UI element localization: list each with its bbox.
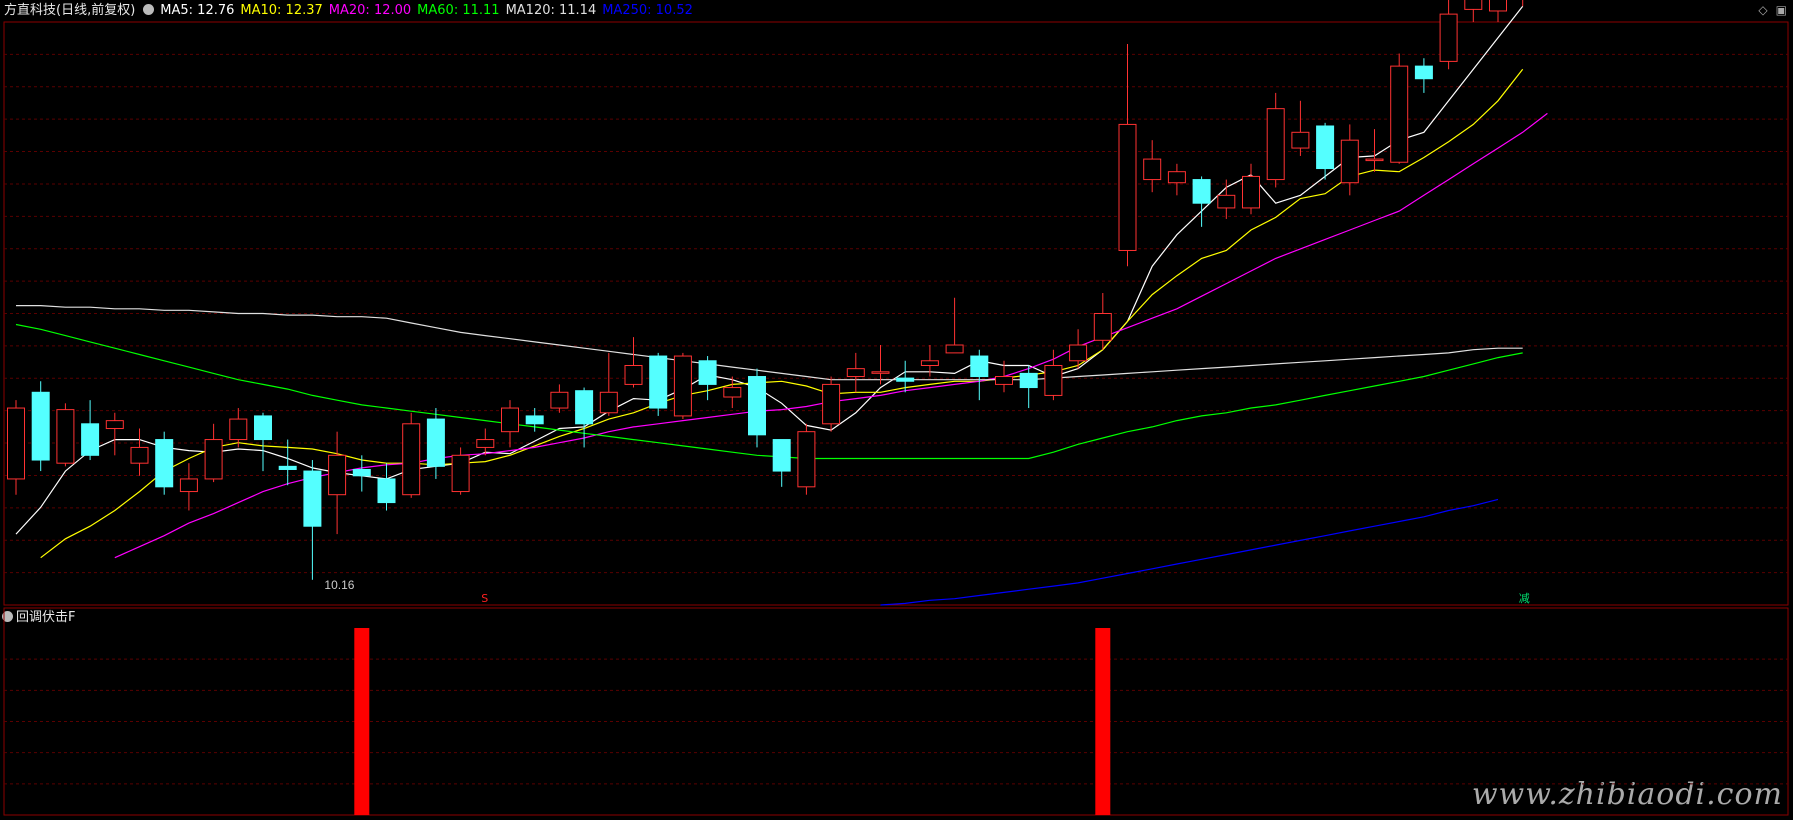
ma-line-ma5: [15, 5, 1524, 535]
candle-body: [698, 360, 717, 385]
candle-body: [254, 415, 272, 441]
candle-body: [871, 371, 890, 374]
signal-marker: S: [481, 592, 488, 605]
candle-body: [1143, 158, 1162, 181]
candle-body: [550, 391, 569, 409]
candle-body: [352, 468, 371, 477]
chart-canvas: 13.5610.16S减: [3, 0, 1789, 816]
candle-body: [402, 423, 421, 496]
candle-body: [945, 344, 964, 354]
candle-body: [377, 478, 396, 504]
candle-body: [1340, 139, 1359, 184]
candle-body: [155, 439, 174, 488]
candle-body: [1439, 13, 1458, 62]
candle-body: [673, 355, 692, 417]
candle-body: [426, 418, 445, 467]
candle-body: [723, 387, 742, 398]
candle-body: [1414, 65, 1433, 80]
candle-body: [1464, 0, 1483, 10]
candle-body: [748, 376, 766, 436]
candle-body: [846, 368, 865, 378]
signal-marker: 减: [1519, 592, 1530, 605]
candle-body: [7, 407, 25, 480]
candle-body: [278, 465, 297, 470]
candle-body: [1093, 313, 1112, 341]
candle-body: [797, 431, 816, 488]
ma-line-ma120: [16, 305, 1523, 381]
candle-body: [575, 390, 594, 425]
indicator-bar: [354, 628, 370, 815]
candle-body: [81, 423, 100, 456]
candle-body: [31, 391, 50, 461]
candle-body: [130, 446, 149, 464]
low-price-label: 10.16: [324, 578, 354, 592]
candle-body: [920, 360, 939, 366]
candle-body: [1316, 125, 1335, 170]
candle-body: [476, 439, 495, 448]
candle-body: [896, 377, 915, 382]
candle-body: [649, 355, 668, 409]
ma-line-ma250: [880, 498, 1499, 606]
candle-body: [624, 364, 643, 385]
candle-body: [1019, 372, 1038, 389]
candle-body: [1365, 158, 1384, 162]
candle-body: [1167, 171, 1186, 184]
indicator-bar: [1095, 628, 1111, 815]
candle-body: [970, 355, 989, 378]
indicator-panel-frame: [3, 607, 1789, 816]
candle-body: [1266, 108, 1285, 181]
candle-body: [179, 478, 198, 493]
candle-body: [56, 409, 75, 464]
candle-body: [328, 454, 347, 496]
candle-body: [204, 439, 223, 480]
candle-body: [1291, 131, 1310, 149]
candle-body: [822, 383, 841, 425]
candle-body: [105, 420, 124, 430]
candle-body: [1044, 364, 1063, 396]
candle-body: [1069, 344, 1088, 362]
candle-body: [1192, 179, 1211, 204]
candle-body: [1118, 123, 1137, 251]
candle-body: [229, 418, 248, 441]
candle-body: [599, 391, 618, 414]
candle-body: [501, 407, 519, 433]
candle-body: [303, 470, 322, 527]
candle-body: [525, 415, 544, 425]
candle-body: [772, 439, 791, 472]
candle-body: [995, 376, 1013, 385]
candle-body: [1217, 194, 1236, 209]
candle-body: [1489, 0, 1507, 12]
candle-body: [451, 454, 470, 493]
candle-body: [1390, 65, 1409, 163]
candle-body: [1242, 175, 1260, 209]
